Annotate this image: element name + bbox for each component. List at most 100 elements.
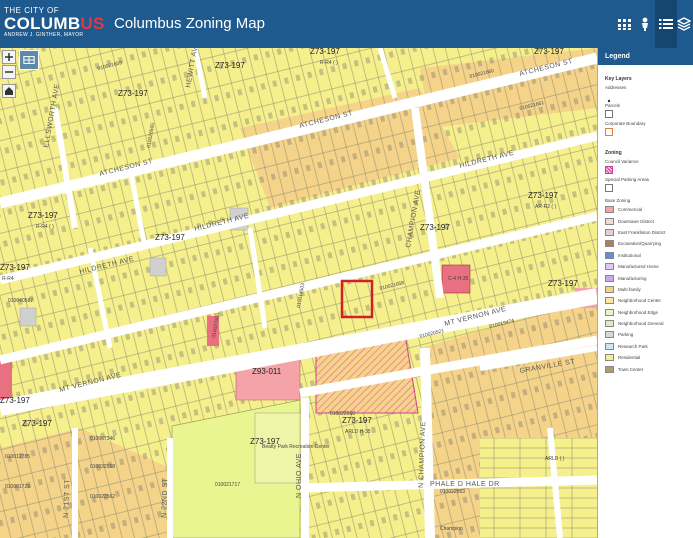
zoning-color-swatch: [605, 217, 614, 225]
residential-zone-se-vertical: [480, 438, 597, 538]
zoning-color-swatch: [605, 263, 614, 271]
zoning-case-label: Z73-197: [118, 89, 148, 98]
logo-line-3: ANDREW J. GINTHER, MAYOR: [4, 32, 84, 38]
base-zoning-item: Commercial: [605, 204, 693, 215]
zoning-color-swatch: [605, 274, 614, 282]
legend-label-council-variance: Council Variance: [605, 159, 639, 164]
grid-tools-icon: [618, 19, 631, 30]
boundary-box-icon: [605, 128, 613, 136]
legend-label-special-parking: Special Parking Areas: [605, 177, 650, 182]
logo-word-a: COLUMB: [4, 14, 81, 33]
zoning-color-swatch: [605, 331, 614, 339]
zoning-case-label: Z73-197: [534, 48, 564, 56]
legend-heading-base-zoning: Base Zoning: [605, 198, 631, 203]
zoning-category-label: Neighborhood Center: [618, 298, 662, 304]
zoning-color-swatch: [605, 354, 614, 362]
zoning-map[interactable]: ATCHESON ST ATCHESON ST ATCHESON ST HILD…: [0, 48, 597, 538]
zoning-sub-label: R-R4 ( ): [36, 224, 54, 230]
zoning-case-label: Z73-197: [0, 263, 30, 272]
zoning-case-label: Z73-197: [28, 211, 58, 220]
zoning-case-label: Z73-197: [22, 419, 52, 428]
base-zoning-item: Town Center: [605, 363, 693, 374]
zoning-color-swatch: [605, 240, 614, 248]
parking-parcel-3: [19, 307, 37, 327]
base-zoning-item: Neighborhood Edge: [605, 307, 693, 318]
base-zoning-item: East Franklinton District: [605, 227, 693, 238]
zoning-color-swatch: [605, 365, 614, 373]
layers-icon: [677, 17, 691, 31]
app-root: THE CITY OF COLUMBUS ANDREW J. GINTHER, …: [0, 0, 693, 538]
zoning-case-label: Z73-197: [342, 416, 372, 425]
base-zoning-item: Downtown District: [605, 215, 693, 226]
person-button[interactable]: [634, 12, 656, 36]
base-zoning-item: Manufactured Home: [605, 261, 693, 272]
zoning-case-label: Z73-197: [528, 191, 558, 200]
street-label: N OHIO AVE: [296, 453, 303, 498]
zoning-case-label: Z73-197: [310, 48, 340, 56]
map-canvas[interactable]: ATCHESON ST ATCHESON ST ATCHESON ST HILD…: [0, 48, 597, 538]
street-label: PHALE D HALE DR: [430, 481, 500, 488]
grid-tools-button[interactable]: [614, 12, 636, 36]
zoning-category-label: Manufactured Home: [618, 264, 659, 270]
city-logo[interactable]: THE CITY OF COLUMBUS ANDREW J. GINTHER, …: [4, 6, 104, 42]
base-zoning-list: Commercial Downtown District East Franklin…: [605, 204, 693, 375]
zoning-sub-label: AR-R2 ( ): [535, 204, 556, 210]
basemap-toggle-button[interactable]: [19, 50, 39, 70]
parcel-id-label: 010021717: [215, 482, 240, 488]
zoning-category-label: Manufacturing: [618, 275, 647, 281]
zoning-category-label: Neighborhood General: [618, 321, 664, 327]
zoning-color-swatch: [605, 297, 614, 305]
parcel-id-label: 010001729: [5, 484, 30, 490]
place-label: Beatty Park Recreation Center: [262, 444, 330, 450]
place-label: Champion: [440, 526, 463, 532]
legend-body: Key Layers Addresses Parcels Corporate B…: [598, 65, 693, 375]
legend-label-corporate-boundary: Corporate Boundary: [605, 121, 646, 126]
zoning-category-label: Research Park: [618, 343, 648, 349]
parcel-box-icon: [605, 110, 613, 118]
home-icon: [5, 87, 13, 95]
zoning-category-label: Residential: [618, 355, 641, 361]
legend-title: Legend: [598, 48, 693, 65]
zoning-category-label: Institutional: [618, 252, 641, 258]
legend-list-icon: [659, 19, 673, 29]
zoom-out-button[interactable]: [2, 65, 16, 79]
parcel-id-label: 010040587: [8, 298, 33, 304]
layers-button[interactable]: [673, 12, 693, 36]
parcel-id-label: 010022562: [90, 494, 115, 500]
base-zoning-item: Neighborhood Center: [605, 295, 693, 306]
base-zoning-item: Research Park: [605, 341, 693, 352]
legend-label-addresses: Addresses: [605, 85, 627, 90]
zoning-category-label: Excavation/Quarrying: [618, 241, 662, 247]
zoning-case-label: Z73-197: [420, 223, 450, 232]
zoning-category-label: Multi-family: [618, 286, 641, 292]
basemap-icon: [23, 56, 35, 64]
base-zoning-item: Institutional: [605, 250, 693, 261]
zoning-color-swatch: [605, 251, 614, 259]
zoning-color-swatch: [605, 206, 614, 214]
legend-label-parcels: Parcels: [605, 103, 621, 108]
base-zoning-item: Neighborhood General: [605, 318, 693, 329]
zoning-case-label: Z73-197: [215, 61, 245, 70]
zoning-color-swatch: [605, 320, 614, 328]
zoning-category-label: Town Center: [618, 366, 644, 372]
special-parking-swatch: [605, 184, 613, 192]
zoning-sub-label: ARLD H-35: [345, 429, 371, 435]
home-button[interactable]: [2, 84, 16, 98]
parcel-id-label: 010067346: [90, 436, 115, 442]
commercial-zone-west: [0, 360, 12, 400]
zoning-category-label: Parking: [618, 332, 634, 338]
legend-heading-key-layers: Key Layers: [605, 76, 632, 82]
zoning-color-swatch: [605, 285, 614, 293]
zoning-color-swatch: [605, 342, 614, 350]
base-zoning-item: Parking: [605, 329, 693, 340]
zoning-category-label: Downtown District: [618, 218, 655, 224]
street-label: N 22ND ST: [161, 477, 169, 518]
zoning-case-label: Z93-011: [252, 367, 282, 376]
parcel-id-label: 010032558: [90, 464, 115, 470]
base-zoning-item: Excavation/Quarrying: [605, 238, 693, 249]
zoom-in-button[interactable]: [2, 50, 16, 64]
zoning-case-label: Z73-197: [548, 279, 578, 288]
person-icon: [642, 17, 648, 31]
zoning-sub-label: R-R4 ( ): [320, 60, 338, 66]
plus-icon: [5, 53, 13, 61]
